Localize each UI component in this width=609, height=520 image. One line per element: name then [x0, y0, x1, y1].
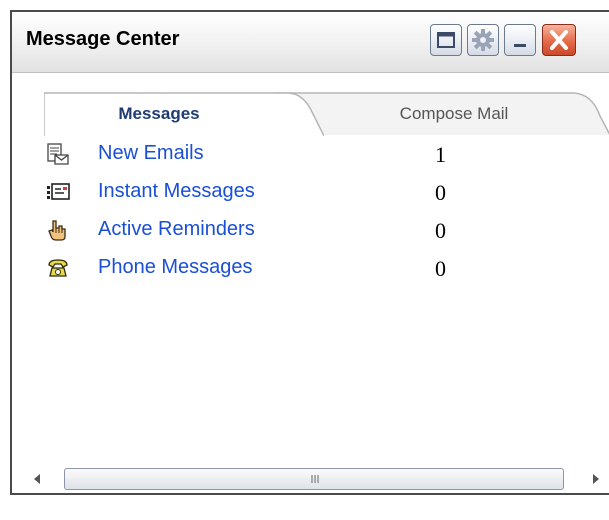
maximize-button[interactable]: [430, 24, 462, 56]
list-item: Phone Messages 0: [40, 252, 500, 288]
close-button[interactable]: [542, 24, 576, 56]
gear-icon: [472, 29, 494, 51]
scrollbar-thumb[interactable]: [64, 468, 564, 490]
phone-messages-count: 0: [435, 256, 446, 281]
new-emails-count: 1: [435, 142, 446, 167]
telephone-icon: [48, 259, 68, 277]
instant-messages-count: 0: [435, 180, 446, 205]
scroll-left-arrow-icon[interactable]: [24, 465, 50, 493]
maximize-icon: [437, 32, 455, 48]
list-item: New Emails 1: [40, 138, 500, 174]
grip-icon: [311, 475, 319, 483]
email-document-icon: [47, 143, 69, 165]
new-emails-link[interactable]: New Emails: [98, 142, 204, 165]
hand-pointer-icon: [48, 220, 66, 241]
tab-compose-mail[interactable]: Compose Mail: [274, 92, 609, 136]
message-center-window: Message Center Compose Mail Messages New…: [10, 10, 609, 495]
minimize-icon: [514, 44, 526, 47]
active-reminders-count: 0: [435, 218, 446, 243]
list-item: Instant Messages 0: [40, 176, 500, 212]
horizontal-scrollbar[interactable]: [24, 465, 609, 493]
active-reminders-link[interactable]: Active Reminders: [98, 218, 255, 241]
phone-messages-link[interactable]: Phone Messages: [98, 256, 253, 279]
title-bar[interactable]: Message Center: [12, 12, 609, 73]
list-item: Active Reminders 0: [40, 214, 500, 250]
window-title: Message Center: [26, 28, 180, 50]
tab-compose-label: Compose Mail: [399, 104, 509, 123]
close-icon: [550, 30, 568, 50]
minimize-button[interactable]: [504, 24, 536, 56]
settings-button[interactable]: [467, 24, 499, 56]
instant-messages-link[interactable]: Instant Messages: [98, 180, 255, 203]
tab-messages-label: Messages: [118, 104, 200, 123]
instant-message-card-icon: [47, 183, 70, 200]
scroll-right-arrow-icon[interactable]: [582, 465, 608, 493]
tab-messages[interactable]: Messages: [44, 92, 324, 136]
